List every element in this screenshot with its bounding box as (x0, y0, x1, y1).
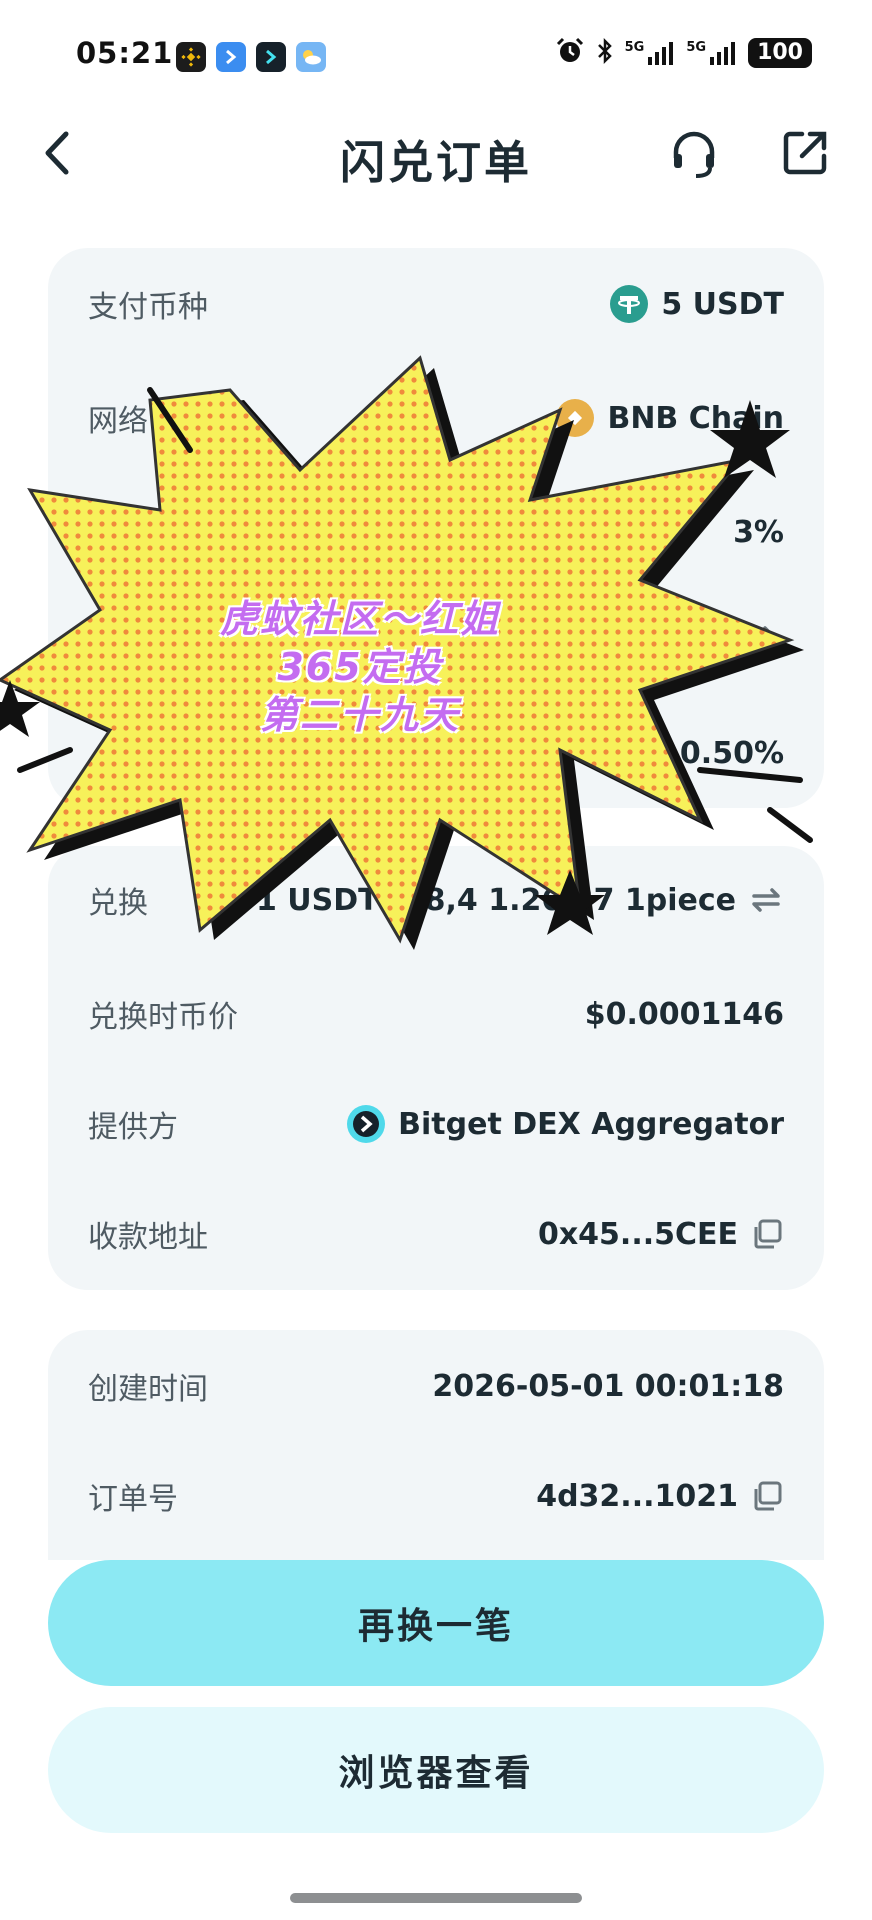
binance-icon (176, 42, 206, 72)
sticker-line-2: 365定投 (277, 645, 443, 689)
share-button[interactable] (780, 128, 830, 182)
price-label: 兑换时币价 (88, 1000, 238, 1035)
signal-icon-2: 5G (686, 40, 738, 66)
headset-icon (673, 131, 715, 178)
signal-icon-1: 5G (625, 40, 677, 66)
view-in-browser-button[interactable]: 浏览器查看 (48, 1707, 824, 1833)
status-time: 05:21 (76, 36, 174, 70)
price-value: $0.0001146 (584, 996, 784, 1032)
provider-label: 提供方 (88, 1110, 178, 1145)
created-value: 2026-05-01 00:01:18 (432, 1368, 784, 1404)
provider-row: 提供方 Bitget DEX Aggregator (88, 1094, 784, 1154)
home-indicator[interactable] (290, 1893, 582, 1903)
bitget-logo-icon (347, 1105, 386, 1143)
swap-again-button[interactable]: 再换一笔 (48, 1560, 824, 1686)
usdt-icon (610, 285, 649, 323)
order-info-card: 创建时间 2026-05-01 00:01:18 订单号 4d32...1021 (48, 1330, 824, 1560)
provider-value-group: Bitget DEX Aggregator (346, 1104, 784, 1144)
alarm-icon (555, 36, 585, 70)
sticker-text: 虎蚊社区～红姐 365定投 第二十九天 (150, 595, 570, 739)
provider-value: Bitget DEX Aggregator (398, 1106, 784, 1142)
battery-indicator: 100 (748, 38, 812, 68)
pay-currency-value: 5 USDT (661, 286, 784, 322)
created-label: 创建时间 (88, 1372, 208, 1407)
weather-icon (296, 42, 326, 72)
order-no-value: 4d32...1021 (536, 1478, 738, 1514)
order-no-value-group: 4d32...1021 (536, 1479, 784, 1514)
address-value: 0x45...5CEE (537, 1216, 738, 1252)
bitget-icon (216, 42, 246, 72)
customer-service-button[interactable] (668, 128, 720, 184)
order-no-label: 订单号 (88, 1482, 178, 1517)
network-type-1: 5G (624, 40, 645, 55)
address-label: 收款地址 (88, 1220, 208, 1255)
address-value-group: 0x45...5CEE (538, 1217, 784, 1252)
copy-icon[interactable] (750, 1217, 784, 1251)
pay-currency-row: 支付币种 5 USDT (88, 274, 784, 334)
share-icon (783, 131, 827, 175)
status-right: 5G 5G 100 (555, 36, 812, 70)
pay-currency-value-group: 5 USDT (609, 284, 784, 324)
sticker-line-3: 第二十九天 (259, 693, 460, 737)
created-row: 创建时间 2026-05-01 00:01:18 (88, 1356, 784, 1416)
bluetooth-icon (595, 37, 615, 69)
price-row: 兑换时币价 $0.0001146 (88, 984, 784, 1044)
pay-currency-label: 支付币种 (88, 290, 208, 325)
order-no-row: 订单号 4d32...1021 (88, 1466, 784, 1526)
address-row: 收款地址 0x45...5CEE (88, 1204, 784, 1264)
page-title: 闪兑订单 (339, 136, 532, 189)
network-type-2: 5G (686, 40, 707, 55)
bitget-wallet-icon (256, 42, 286, 72)
sticker-line-1: 虎蚊社区～红姐 (219, 597, 500, 641)
copy-icon[interactable] (750, 1479, 784, 1513)
